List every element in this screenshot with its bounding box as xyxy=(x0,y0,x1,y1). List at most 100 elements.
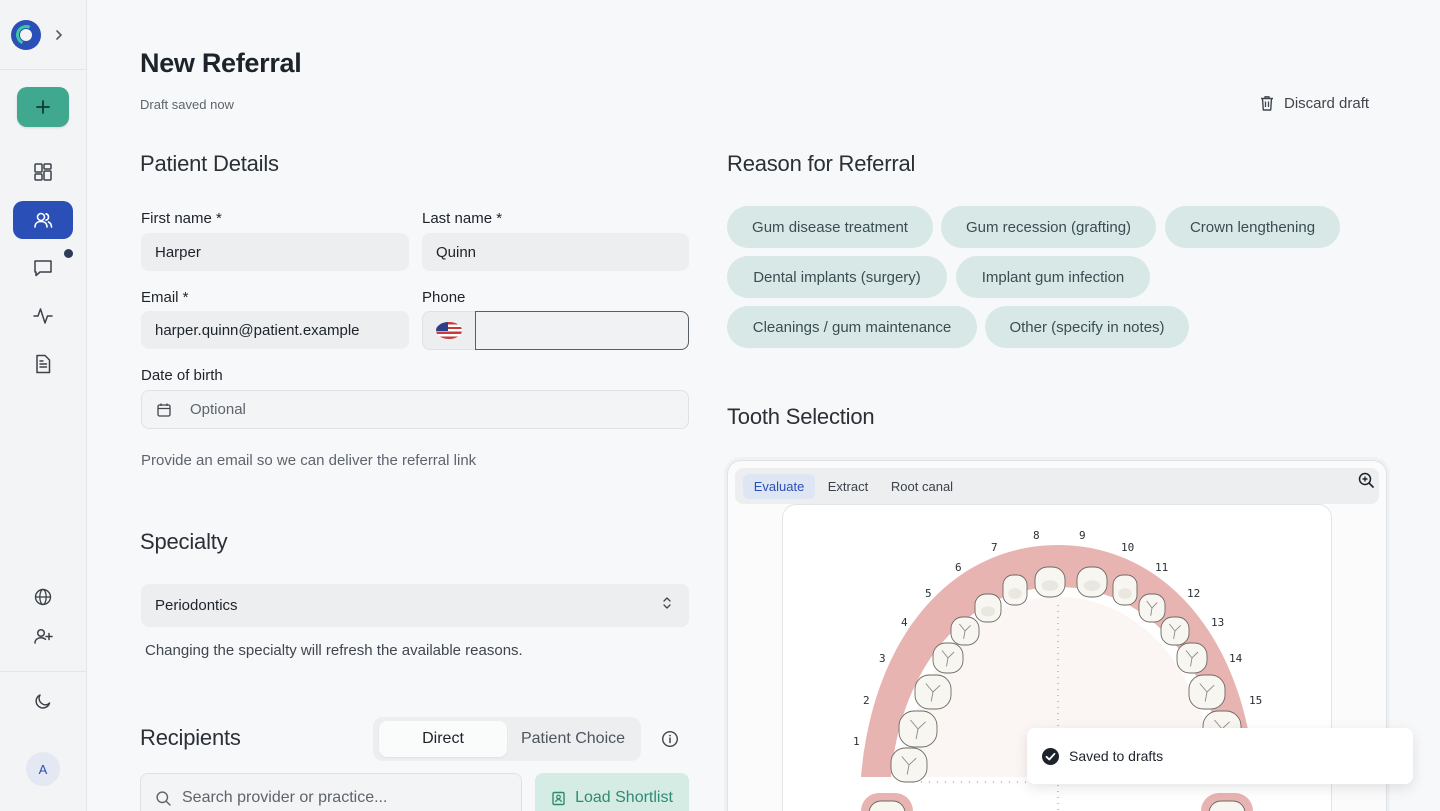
tooth-number-label: 1 xyxy=(853,735,860,748)
tooth-number-label: 10 xyxy=(1121,541,1134,554)
tooth[interactable] xyxy=(974,593,1002,623)
zoom-in-icon[interactable] xyxy=(1357,471,1375,489)
tooth[interactable] xyxy=(1076,566,1108,598)
users-icon xyxy=(34,212,53,228)
provider-search-placeholder: Search provider or practice... xyxy=(182,789,388,806)
user-avatar[interactable]: A xyxy=(26,752,60,786)
tooth-number-label: 3 xyxy=(879,652,886,665)
search-icon xyxy=(156,790,171,806)
notification-dot xyxy=(64,249,73,258)
patient-details-title: Patient Details xyxy=(140,151,279,176)
last-name-value: Quinn xyxy=(436,243,477,261)
dob-label: Date of birth xyxy=(141,367,223,384)
reason-chip[interactable]: Cleanings / gum maintenance xyxy=(727,306,977,348)
tooth-number-label: 4 xyxy=(901,616,908,629)
reason-chip[interactable]: Implant gum infection xyxy=(956,256,1150,298)
sidebar-item-activity[interactable] xyxy=(13,297,73,335)
tooth[interactable] xyxy=(898,710,938,748)
recipient-mode-toggle: Direct Patient Choice xyxy=(373,717,641,761)
reason-chip[interactable]: Gum recession (grafting) xyxy=(941,206,1156,248)
tab-evaluate[interactable]: Evaluate xyxy=(743,474,815,499)
tooth[interactable] xyxy=(1138,593,1166,623)
specialty-value: Periodontics xyxy=(155,597,238,614)
toast-message: Saved to drafts xyxy=(1069,748,1164,764)
reason-chip[interactable]: Dental implants (surgery) xyxy=(727,256,947,298)
tooth[interactable] xyxy=(868,800,906,811)
tooth[interactable] xyxy=(932,642,964,674)
document-icon xyxy=(36,354,51,374)
last-name-label: Last name * xyxy=(422,210,503,227)
draft-status: Draft saved now xyxy=(140,97,234,112)
tab-root-canal[interactable]: Root canal xyxy=(881,474,963,499)
sidebar-item-documents[interactable] xyxy=(13,345,73,383)
new-referral-button[interactable] xyxy=(17,87,69,127)
tooth-number-label: 8 xyxy=(1033,529,1040,542)
discard-draft-button[interactable]: Discard draft xyxy=(1258,94,1369,112)
tooth-number-label: 15 xyxy=(1249,694,1262,707)
load-shortlist-button[interactable]: Load Shortlist xyxy=(535,773,689,811)
dob-field[interactable]: Optional xyxy=(141,390,689,429)
dashboard-icon xyxy=(34,163,52,181)
mode-direct-button[interactable]: Direct xyxy=(379,721,507,757)
first-name-label: First name * xyxy=(141,210,222,227)
reason-chip[interactable]: Other (specify in notes) xyxy=(985,306,1189,348)
tooth-number-label: 14 xyxy=(1229,652,1243,665)
check-circle-icon xyxy=(1042,747,1059,765)
tooth[interactable] xyxy=(1188,674,1226,710)
tooth[interactable] xyxy=(1176,642,1208,674)
mode-patient-choice-button[interactable]: Patient Choice xyxy=(511,721,635,757)
select-chevrons-icon xyxy=(663,597,671,609)
country-code-selector[interactable] xyxy=(422,311,476,350)
us-flag-icon xyxy=(436,322,462,339)
discard-draft-label: Discard draft xyxy=(1284,94,1370,112)
reason-chip[interactable]: Gum disease treatment xyxy=(727,206,933,248)
tooth-number-label: 11 xyxy=(1155,561,1168,574)
plus-icon xyxy=(36,100,50,114)
tooth-action-tabs: Evaluate Extract Root canal xyxy=(735,468,1379,504)
specialty-select[interactable]: Periodontics xyxy=(141,584,689,627)
calendar-icon xyxy=(157,403,171,417)
specialty-hint: Changing the specialty will refresh the … xyxy=(145,642,523,659)
tooth[interactable] xyxy=(1002,574,1028,606)
tooth-number-label: 13 xyxy=(1211,616,1224,629)
sidebar-item-dashboard[interactable] xyxy=(13,153,73,191)
sidebar-divider xyxy=(0,671,86,672)
tab-extract[interactable]: Extract xyxy=(819,474,877,499)
reason-chip[interactable]: Crown lengthening xyxy=(1165,206,1340,248)
first-name-field[interactable]: Harper xyxy=(141,233,409,271)
tooth-selection-title: Tooth Selection xyxy=(727,404,875,429)
sidebar: A xyxy=(0,0,87,811)
tooth-number-label: 7 xyxy=(991,541,998,554)
saved-toast: Saved to drafts xyxy=(1027,728,1413,784)
app-logo[interactable] xyxy=(11,20,41,50)
phone-label: Phone xyxy=(422,289,466,306)
tooth[interactable] xyxy=(1160,616,1190,646)
sidebar-item-patients[interactable] xyxy=(13,201,73,239)
tooth-number-label: 12 xyxy=(1187,587,1200,600)
tooth[interactable] xyxy=(1208,800,1246,811)
globe-icon xyxy=(34,588,52,606)
sidebar-item-invite[interactable] xyxy=(13,617,73,655)
sidebar-item-language[interactable] xyxy=(13,578,73,616)
load-shortlist-label: Load Shortlist xyxy=(575,789,673,806)
tooth[interactable] xyxy=(1112,574,1138,606)
info-icon[interactable] xyxy=(661,730,679,748)
dob-placeholder: Optional xyxy=(190,401,246,418)
tooth[interactable] xyxy=(1034,566,1066,598)
recipients-title: Recipients xyxy=(140,725,241,750)
trash-icon xyxy=(1261,96,1273,111)
phone-field[interactable] xyxy=(475,311,689,350)
chevron-right-icon[interactable] xyxy=(52,26,66,44)
last-name-field[interactable]: Quinn xyxy=(422,233,689,271)
email-field[interactable]: harper.quinn@patient.example xyxy=(141,311,409,349)
specialty-title: Specialty xyxy=(140,529,228,554)
tooth[interactable] xyxy=(890,747,928,783)
tooth-number-label: 5 xyxy=(925,587,932,600)
tooth[interactable] xyxy=(950,616,980,646)
provider-search-input[interactable]: Search provider or practice... xyxy=(140,773,522,811)
tooth-number-label: 9 xyxy=(1079,529,1086,542)
theme-toggle[interactable] xyxy=(13,682,73,720)
tooth[interactable] xyxy=(914,674,952,710)
email-label: Email * xyxy=(141,289,189,306)
moon-icon xyxy=(35,694,51,709)
